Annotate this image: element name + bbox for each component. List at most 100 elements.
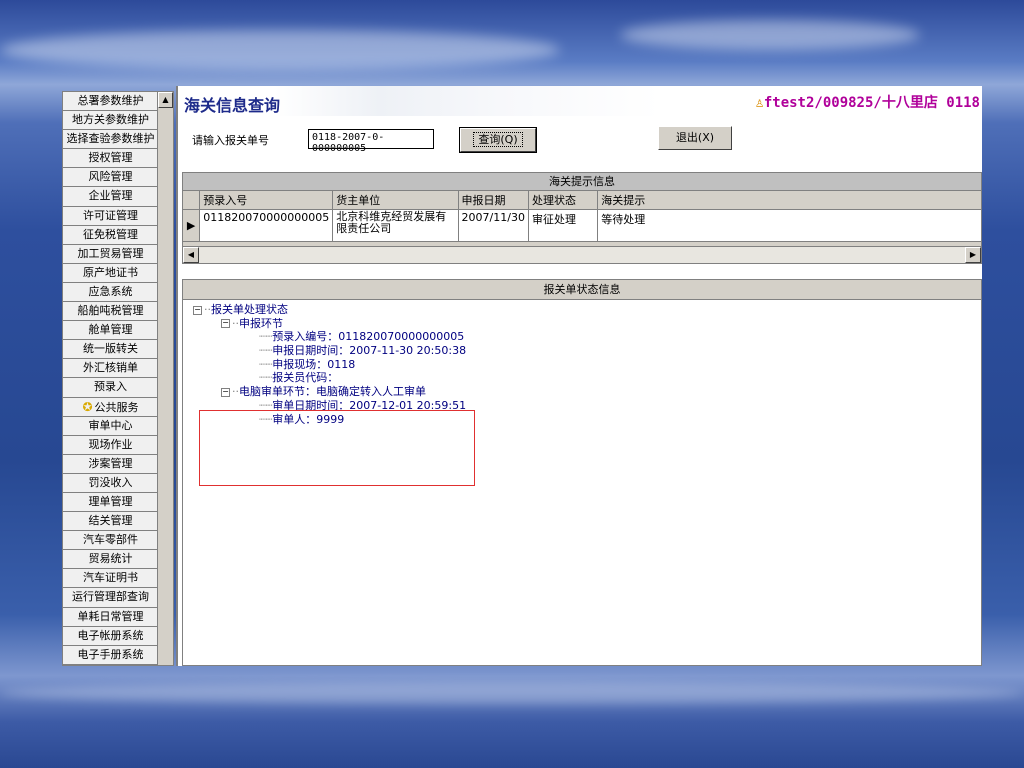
- sidebar-item-label: 汽车零部件: [83, 533, 138, 547]
- sidebar-item[interactable]: 征免税管理: [63, 225, 159, 245]
- row-indicator-header: [183, 191, 201, 210]
- sidebar-item-label: 现场作业: [88, 437, 133, 451]
- tree-leaf-label: 报关员代码：: [272, 371, 339, 385]
- tree-node-declaration[interactable]: − ··申报环节: [193, 317, 981, 331]
- sidebar-item[interactable]: 汽车零部件: [63, 531, 159, 551]
- sidebar-item-label: 加工贸易管理: [77, 246, 144, 260]
- sidebar-item[interactable]: ✪ 公共服务: [63, 397, 159, 417]
- query-row: 请输入报关单号 0118-2007-0-000000005 查询(Q) 退出(X…: [178, 124, 982, 154]
- sidebar-item[interactable]: 贸易统计: [63, 550, 159, 570]
- sidebar-item[interactable]: 统一版转关: [63, 340, 159, 360]
- tree-node-review[interactable]: − ··电脑审单环节：电脑确定转入人工审单: [193, 385, 981, 399]
- sidebar-item-label: 舱单管理: [88, 323, 133, 337]
- background-streak: [0, 30, 560, 70]
- sidebar-item[interactable]: 原产地证书: [63, 263, 159, 283]
- tree-leaf[interactable]: ┈┈申报日期时间：2007-11-30 20:50:38: [193, 344, 981, 358]
- sidebar-item-label: 地方关参数维护: [72, 113, 149, 127]
- module-list: 总署参数维护 地方关参数维护 选择查验参数维护 授权管理风险管理企业管理 许可证管理 征免…: [63, 92, 159, 665]
- window-title: 海关信息查询: [184, 96, 281, 115]
- user-label: ftest2/009825/十八里店 0118: [763, 95, 980, 111]
- sidebar-item-label: 统一版转关: [83, 342, 138, 356]
- customs-tip-grid: 海关提示信息 预录入号 货主单位 申报日期 处理状态 海关提示 ▶ 011820…: [182, 172, 982, 264]
- table-cell[interactable]: 等待处理: [597, 209, 981, 242]
- sidebar-item[interactable]: 预录入: [63, 378, 159, 398]
- sidebar-item-label: 授权管理: [88, 151, 133, 165]
- sidebar-item[interactable]: 运行管理部查询: [63, 588, 159, 608]
- sidebar-item[interactable]: 许可证管理: [63, 206, 159, 226]
- sidebar-item[interactable]: 风险管理: [63, 168, 159, 188]
- scroll-left-arrow-icon[interactable]: ◀: [183, 247, 199, 263]
- sidebar-item-label: 风险管理: [88, 170, 133, 184]
- column-header[interactable]: 处理状态: [528, 191, 599, 210]
- column-header[interactable]: 海关提示: [597, 191, 981, 210]
- sidebar-item[interactable]: 汽车证明书: [63, 569, 159, 589]
- declaration-number-input[interactable]: 0118-2007-0-000000005: [308, 129, 434, 154]
- sidebar-item[interactable]: 涉案管理: [63, 454, 159, 474]
- sidebar-item[interactable]: 应急系统: [63, 282, 159, 303]
- sidebar-item[interactable]: 授权管理: [63, 149, 159, 169]
- tree-leaf[interactable]: ┈┈预录入编号：011820070000000005: [193, 330, 981, 344]
- tree-node-root[interactable]: − ··报关单处理状态: [193, 303, 981, 317]
- user-icon: ♙: [755, 95, 764, 111]
- sidebar-item-label: 选择查验参数维护: [66, 132, 155, 146]
- query-button-label: 查询(Q): [473, 132, 523, 147]
- sidebar-item[interactable]: 罚没收入: [63, 473, 159, 493]
- column-header[interactable]: 预录入号: [199, 191, 334, 210]
- sidebar-item-label: 理单管理: [88, 494, 133, 508]
- scroll-right-arrow-icon[interactable]: ▶: [965, 247, 981, 263]
- tree-node-label: 申报环节: [239, 316, 283, 330]
- sidebar-item-label: 罚没收入: [88, 475, 133, 489]
- collapse-icon[interactable]: −: [193, 305, 202, 315]
- query-button[interactable]: 查询(Q): [459, 127, 537, 153]
- sidebar-item[interactable]: 电子手册系统: [63, 645, 159, 665]
- collapse-icon[interactable]: −: [221, 387, 230, 397]
- sidebar-item-label: 电子帐册系统: [77, 628, 144, 642]
- table-cell[interactable]: 011820070000000005: [199, 209, 334, 242]
- sidebar-item[interactable]: 舱单管理: [63, 321, 159, 341]
- current-row-arrow-icon: ▶: [183, 209, 201, 242]
- column-header[interactable]: 申报日期: [458, 191, 529, 210]
- background-streak: [620, 20, 920, 50]
- tree-leaf[interactable]: ┈┈申报现场：0118: [193, 358, 981, 372]
- sidebar-item[interactable]: 船舶吨税管理: [63, 302, 159, 322]
- sidebar-item[interactable]: 单耗日常管理: [63, 607, 159, 627]
- sidebar-item[interactable]: 电子帐册系统: [63, 626, 159, 646]
- sidebar-item-label: 审单中心: [88, 418, 133, 432]
- sidebar-item-label: 公共服务: [94, 400, 139, 414]
- column-header[interactable]: 货主单位: [332, 191, 459, 210]
- sidebar-item-label: 涉案管理: [88, 456, 133, 470]
- tree-leaf-label: 申报现场：0118: [272, 357, 356, 371]
- collapse-icon[interactable]: −: [221, 319, 230, 329]
- tree-leaf[interactable]: ┈┈报关员代码：: [193, 371, 981, 385]
- sidebar-item[interactable]: 理单管理: [63, 492, 159, 513]
- table-row[interactable]: ▶ 011820070000000005 北京科维克经贸发展有限责任公司 200…: [183, 209, 981, 242]
- module-sidebar: 总署参数维护 地方关参数维护 选择查验参数维护 授权管理风险管理企业管理 许可证管理 征免…: [62, 91, 174, 666]
- sidebar-item[interactable]: 结关管理: [63, 512, 159, 532]
- sidebar-item[interactable]: 企业管理: [63, 187, 159, 207]
- sidebar-item[interactable]: 总署参数维护: [63, 92, 159, 112]
- tree-node-label: 报关单处理状态: [211, 303, 288, 316]
- grid-caption: 海关提示信息: [183, 173, 981, 191]
- sidebar-item[interactable]: 地方关参数维护: [63, 111, 159, 131]
- tree-leaf-label: 申报日期时间：2007-11-30 20:50:38: [272, 344, 467, 358]
- table-cell[interactable]: 审征处理: [528, 209, 599, 242]
- horizontal-scrollbar[interactable]: ◀ ▶: [183, 246, 981, 263]
- title-bar: 海关信息查询 ♙ftest2/009825/十八里店 0118: [178, 86, 982, 116]
- sidebar-item-label: 征免税管理: [83, 227, 138, 241]
- sidebar-item[interactable]: 加工贸易管理: [63, 244, 159, 264]
- sidebar-item[interactable]: 审单中心: [63, 416, 159, 436]
- status-tree: − ··报关单处理状态 − ··申报环节 ┈┈预录入编号：0118200700000…: [183, 300, 981, 486]
- sidebar-item[interactable]: 外汇核销单: [63, 359, 159, 379]
- grid-table: 预录入号 货主单位 申报日期 处理状态 海关提示 ▶ 0118200700000…: [183, 191, 981, 242]
- sidebar-item[interactable]: 选择查验参数维护: [63, 130, 159, 150]
- exit-button[interactable]: 退出(X): [658, 126, 732, 150]
- scroll-up-arrow-icon[interactable]: ▲: [158, 92, 173, 108]
- table-cell[interactable]: 2007/11/30: [458, 209, 529, 242]
- sidebar-item-label: 电子手册系统: [77, 647, 144, 661]
- sidebar-item-label: 应急系统: [88, 284, 133, 298]
- sidebar-item[interactable]: 现场作业: [63, 435, 159, 455]
- sidebar-item-label: 汽车证明书: [83, 571, 138, 585]
- table-cell[interactable]: 北京科维克经贸发展有限责任公司: [332, 209, 459, 242]
- tree-leaf-label: 预录入编号：011820070000000005: [272, 330, 465, 344]
- sidebar-scrollbar[interactable]: ▲: [157, 92, 173, 665]
